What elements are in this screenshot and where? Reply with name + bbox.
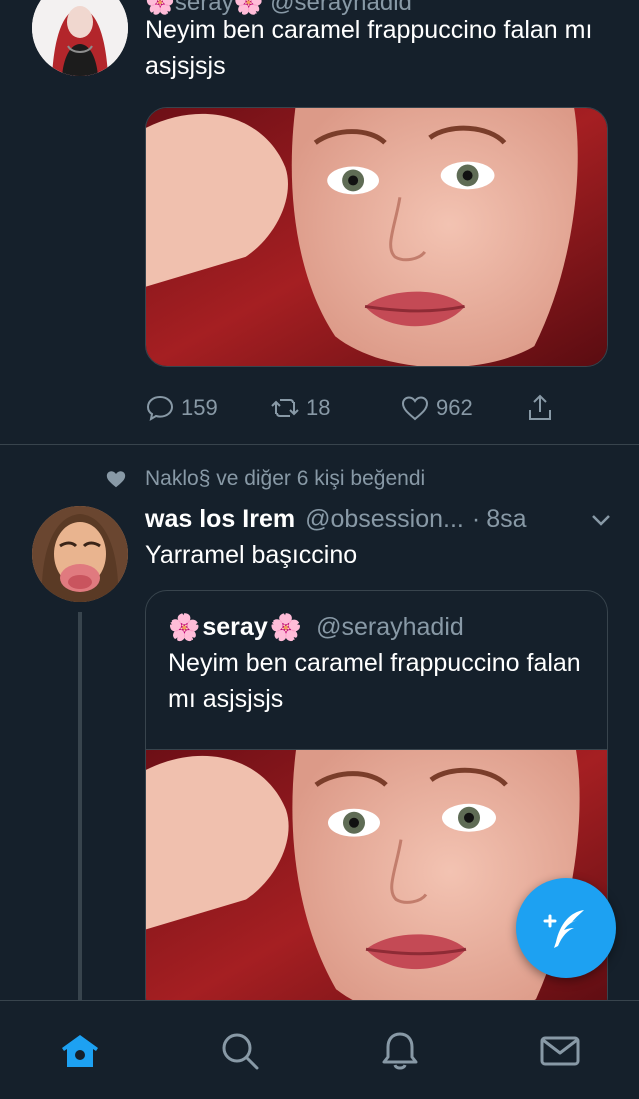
tweet-text: Neyim ben caramel frappuccino falan mı a… xyxy=(145,16,593,80)
social-context[interactable]: Naklo§ ve diğer 6 kişi beğendi xyxy=(105,464,425,494)
separator-dot: · xyxy=(471,504,481,533)
tweet-timestamp: 8sa xyxy=(486,504,527,533)
avatar[interactable] xyxy=(32,0,128,76)
user-handle[interactable]: @obsession... xyxy=(305,505,464,534)
tab-notifications[interactable] xyxy=(378,1029,422,1073)
tweet-image[interactable] xyxy=(145,107,608,367)
flower-emoji: 🌸 xyxy=(168,611,201,642)
chevron-down-icon xyxy=(592,515,610,526)
tweet-text: Yarramel başıccino xyxy=(145,541,358,569)
tweet-header: was los Irem @obsession... · 8sa xyxy=(145,502,615,536)
like-button[interactable]: 962 xyxy=(400,388,473,428)
like-icon xyxy=(401,396,429,421)
heart-icon xyxy=(106,471,126,488)
tweet-actions: 159 18 962 xyxy=(145,388,585,428)
social-context-text: Naklo§ ve diğer 6 kişi beğendi xyxy=(145,467,426,490)
retweet-button[interactable]: 18 xyxy=(270,388,330,428)
tweet-divider xyxy=(0,444,639,445)
retweet-icon xyxy=(271,399,299,417)
quoted-user-name: seray xyxy=(202,612,268,641)
compose-tweet-button[interactable] xyxy=(516,878,616,978)
avatar-image xyxy=(32,0,128,76)
quoted-user-handle: @serayhadid xyxy=(316,612,464,641)
reply-icon xyxy=(146,395,174,422)
avatar[interactable] xyxy=(32,506,128,602)
compose-feather-icon xyxy=(543,910,584,948)
notifications-icon xyxy=(382,1032,418,1070)
messages-icon xyxy=(540,1036,580,1066)
tab-messages[interactable] xyxy=(538,1029,582,1073)
retweet-count: 18 xyxy=(306,395,331,420)
share-icon xyxy=(529,394,551,420)
search-icon xyxy=(222,1033,259,1070)
quoted-tweet-header: 🌸 seray 🌸 @serayhadid xyxy=(168,609,464,645)
like-count: 962 xyxy=(436,395,473,420)
tab-home[interactable] xyxy=(58,1029,102,1073)
tweet-menu-button[interactable] xyxy=(589,508,613,532)
reply-button[interactable]: 159 xyxy=(145,388,218,428)
flower-emoji: 🌸 xyxy=(269,611,303,642)
home-icon xyxy=(62,1035,98,1067)
avatar-image xyxy=(32,506,128,602)
bottom-nav xyxy=(0,1000,639,1099)
quoted-tweet-text: Neyim ben caramel frappuccino falan mı a… xyxy=(168,649,581,713)
thread-line xyxy=(78,612,82,1007)
share-button[interactable] xyxy=(525,388,561,428)
tab-search[interactable] xyxy=(218,1029,262,1073)
reply-count: 159 xyxy=(181,395,218,420)
user-name[interactable]: was los Irem xyxy=(145,505,295,534)
